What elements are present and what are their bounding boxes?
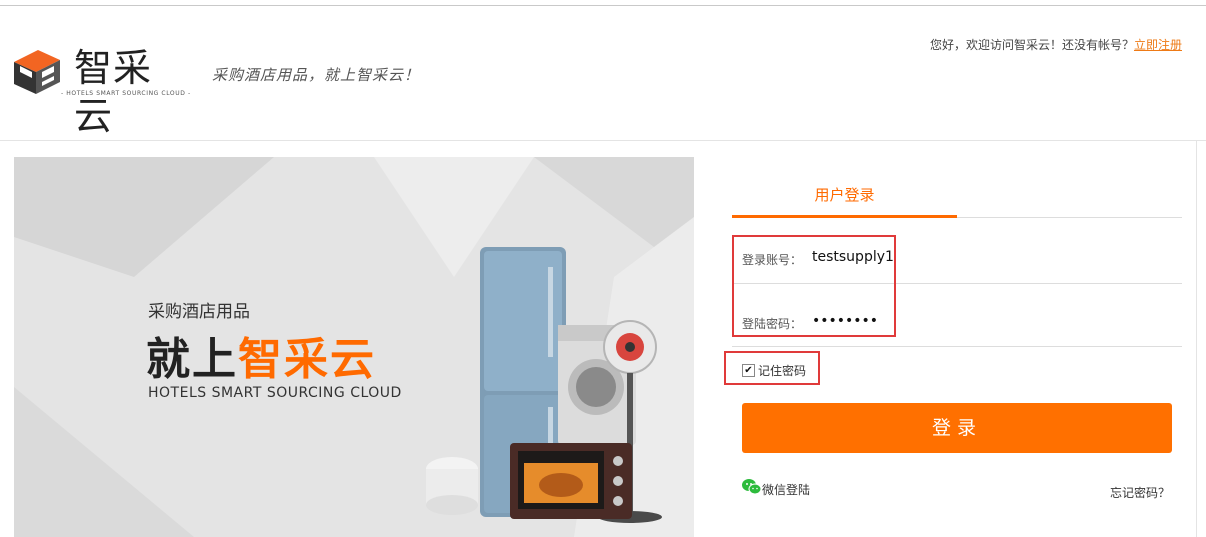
banner-title-brand: 智采云 xyxy=(238,334,376,385)
banner-title: 就上智采云 xyxy=(146,323,376,387)
banner-subtitle: 采购酒店用品 xyxy=(148,302,250,322)
wechat-login-label: 微信登陆 xyxy=(762,483,811,497)
register-link[interactable]: 立即注册 xyxy=(1134,38,1182,52)
login-panel: 采购酒店用品 就上智采云 HOTELS SMART SOURCING CLOUD… xyxy=(0,140,1206,537)
brand-subtitle: - HOTELS SMART SOURCING CLOUD - xyxy=(61,90,191,97)
wechat-icon xyxy=(742,479,762,495)
banner-english-tagline: HOTELS SMART SOURCING CLOUD xyxy=(148,385,402,401)
promo-banner: 采购酒店用品 就上智采云 HOTELS SMART SOURCING CLOUD xyxy=(14,157,694,537)
logo-mark-icon xyxy=(14,50,60,94)
remember-checkbox[interactable]: ✔ xyxy=(742,364,755,377)
login-form: 用户登录 登录账号： testsupply1 登陆密码： •••••••• ✔ … xyxy=(724,141,1182,537)
panel-border xyxy=(1196,141,1197,537)
brand-logo[interactable]: 智采云 - HOTELS SMART SOURCING CLOUD - xyxy=(12,44,190,138)
welcome-text: 您好，欢迎访问智采云！还没有帐号？ xyxy=(929,38,1134,52)
credentials-highlight xyxy=(732,235,896,337)
login-button[interactable]: 登录 xyxy=(742,403,1172,453)
login-tabs: 用户登录 xyxy=(732,169,1182,218)
site-header: 智采云 - HOTELS SMART SOURCING CLOUD - 采购酒店… xyxy=(0,6,1206,140)
welcome-message: 您好，欢迎访问智采云！还没有帐号？立即注册 xyxy=(930,36,1182,53)
forgot-password-link[interactable]: 忘记密码？ xyxy=(1110,484,1170,501)
tab-user-login[interactable]: 用户登录 xyxy=(732,169,957,218)
banner-title-prefix: 就上 xyxy=(146,334,238,385)
appliance-illustration xyxy=(426,247,662,523)
header-slogan: 采购酒店用品，就上智采云！ xyxy=(212,66,421,84)
remember-label: 记住密码 xyxy=(758,364,807,378)
